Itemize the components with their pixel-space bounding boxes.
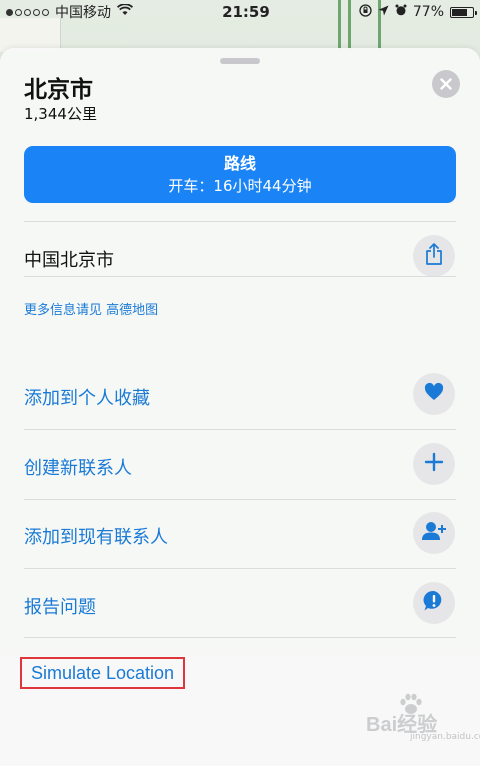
close-button[interactable] [432,70,460,98]
sheet-grabber-handle[interactable] [220,58,260,64]
place-distance: 1,344公里 [24,105,97,123]
route-button[interactable]: 路线 开车：16小时44分钟 [24,146,456,203]
address-text: 中国北京市 [24,250,114,271]
add-to-existing-contact-item[interactable]: 添加到现有联系人 [24,523,168,549]
close-icon [440,74,452,95]
route-subtitle: 开车：16小时44分钟 [168,176,312,195]
share-icon [425,243,443,269]
plus-icon [424,452,444,476]
divider [24,637,456,638]
add-to-existing-contact-button[interactable] [413,512,455,554]
route-title: 路线 [223,153,256,173]
status-bar: 中国移动 21:59 77% [0,0,480,24]
carrier-label: 中国移动 [55,5,111,21]
wifi-icon [116,3,134,20]
battery-icon [450,6,477,18]
signal-strength-icon [6,8,49,16]
add-contact-icon [422,521,446,545]
status-time: 21:59 [222,3,270,21]
add-to-favorites-item[interactable]: 添加到个人收藏 [24,384,150,410]
report-problem-button[interactable] [413,582,455,624]
create-contact-button[interactable] [413,443,455,485]
share-button[interactable] [413,235,455,277]
report-problem-item[interactable]: 报告问题 [24,593,96,619]
alarm-icon [395,4,407,20]
location-arrow-icon [378,4,389,20]
battery-level [452,8,468,16]
divider [24,429,456,430]
add-to-favorites-button[interactable] [413,373,455,415]
more-info-link[interactable]: 更多信息请见 高德地图 [24,299,158,318]
heart-icon [424,382,444,405]
watermark-url: jingyan.baidu.com [410,732,480,742]
divider [24,499,456,500]
battery-percent: 77% [412,4,444,20]
orientation-lock-icon [359,3,372,21]
create-contact-item[interactable]: 创建新联系人 [24,454,132,480]
place-card: 北京市 1,344公里 路线 开车：16小时44分钟 中国北京市 更多信息请见 … [0,48,480,766]
divider [24,568,456,569]
place-title: 北京市 [24,77,93,103]
simulate-location-button[interactable]: Simulate Location [20,657,185,689]
exclamation-bubble-icon [423,590,445,616]
simulate-location-label: Simulate Location [30,662,175,683]
divider [24,221,456,222]
divider [24,276,456,277]
